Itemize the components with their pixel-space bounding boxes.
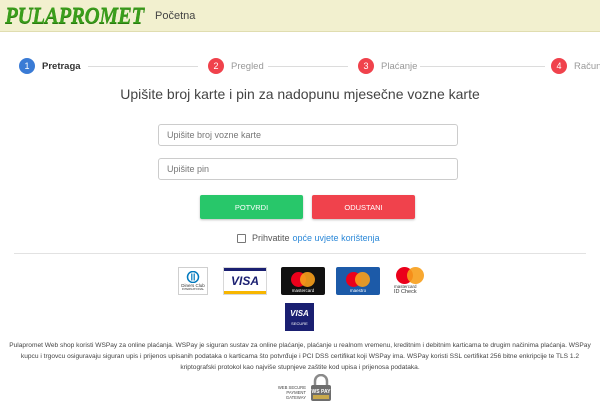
card-number-input[interactable] [158, 124, 458, 146]
mastercard-icon [291, 271, 315, 287]
step-review: 2 Pregled [208, 58, 264, 74]
cancel-button[interactable]: ODUSTANI [312, 195, 415, 219]
visa-secure-brand: VISA [290, 308, 309, 318]
wspay-gateway-text: WEB SECURE PAYMENT GATEWAY [266, 385, 306, 400]
visa-logo: VISA [223, 267, 267, 295]
terms-label: Prihvatite [252, 233, 290, 243]
confirm-button[interactable]: POTVRDI [200, 195, 303, 219]
diners-club-icon [186, 271, 200, 283]
nav-home-link[interactable]: Početna [155, 10, 195, 22]
step-search: 1 Pretraga [19, 58, 81, 74]
step-number: 3 [358, 58, 374, 74]
step-number: 2 [208, 58, 224, 74]
mastercard-logo: mastercard [281, 267, 325, 295]
diners-club-sublabel: INTERNATIONAL [181, 287, 205, 291]
visa-secure-logo: VISA SECURE [285, 303, 314, 331]
wspay-notice: Pulapromet Web shop koristi WSPay za onl… [9, 342, 591, 371]
mastercard-label: mastercard [291, 287, 315, 293]
step-number: 1 [19, 58, 35, 74]
step-number: 4 [551, 58, 567, 74]
maestro-logo: maestro [336, 267, 380, 295]
step-label: Plaćanje [381, 60, 418, 72]
page-heading: Upišite broj karte i pin za nadopunu mje… [120, 86, 480, 102]
idcheck-label: ID Check [394, 289, 417, 295]
maestro-label: maestro [349, 287, 367, 293]
pulapromet-logo[interactable]: PULAPROMET [5, 3, 144, 29]
pin-input[interactable] [158, 158, 458, 180]
terms-link[interactable]: opće uvjete korištenja [293, 233, 380, 243]
step-connector [88, 66, 198, 67]
diners-club-logo: Diners Club INTERNATIONAL [178, 267, 208, 295]
divider [14, 253, 586, 254]
wspay-lock-icon[interactable]: WS PAY [309, 374, 333, 402]
wspay-logo-text: WS PAY [312, 389, 332, 395]
step-connector [268, 66, 348, 67]
step-payment: 3 Plaćanje [358, 58, 417, 74]
step-label: Račun [574, 60, 600, 72]
terms-row: Prihvatite opće uvjete korištenja [237, 232, 380, 244]
step-receipt: 4 Račun [551, 58, 600, 74]
top-navbar: PULAPROMET Početna [0, 0, 600, 32]
step-label: Pretraga [42, 60, 81, 72]
visa-secure-label: SECURE [291, 320, 308, 326]
mastercard-idcheck-logo: mastercard ID Check [392, 265, 428, 297]
step-label: Pregled [231, 60, 264, 72]
visa-label: VISA [230, 274, 259, 288]
wspay-line-3: GATEWAY [285, 395, 306, 400]
terms-checkbox[interactable] [237, 233, 246, 243]
step-connector [420, 66, 545, 67]
mastercard-idcheck-icon [396, 267, 424, 284]
maestro-icon [346, 271, 370, 287]
